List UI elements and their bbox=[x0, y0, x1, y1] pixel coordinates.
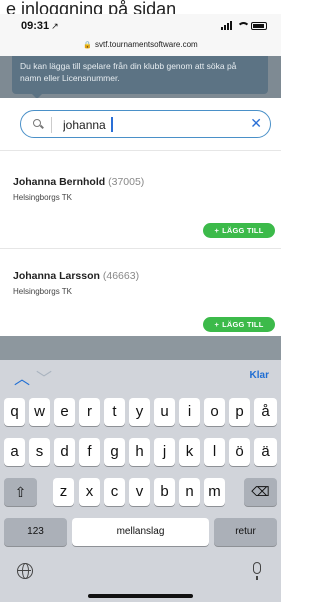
result-item: Johanna Bernhold (37005) Helsingborgs TK… bbox=[0, 176, 281, 264]
keyboard-accessory-bar: ︿ ﹀ Klar bbox=[0, 360, 281, 390]
status-time: 09:31 ↗ bbox=[21, 20, 59, 32]
backspace-icon: ⌫ bbox=[251, 484, 270, 499]
search-field[interactable]: ✕ bbox=[20, 110, 271, 138]
add-player-button[interactable]: + LÄGG TILL bbox=[203, 317, 275, 332]
address-bar[interactable]: 🔒 svtf.tournamentsoftware.com bbox=[0, 40, 281, 49]
result-license-id: (37005) bbox=[108, 176, 145, 188]
search-input[interactable] bbox=[63, 116, 233, 134]
key-z[interactable]: z bbox=[53, 478, 74, 506]
key-x[interactable]: x bbox=[79, 478, 100, 506]
plus-icon: + bbox=[214, 226, 220, 235]
done-button[interactable]: Klar bbox=[250, 370, 269, 381]
key-w[interactable]: w bbox=[29, 398, 50, 426]
key-g[interactable]: g bbox=[104, 438, 125, 466]
key-j[interactable]: j bbox=[154, 438, 175, 466]
key-k[interactable]: k bbox=[179, 438, 200, 466]
key-p[interactable]: p bbox=[229, 398, 250, 426]
wifi-icon bbox=[236, 21, 250, 30]
key-e[interactable]: e bbox=[54, 398, 75, 426]
system-icons bbox=[221, 21, 267, 30]
next-field-icon[interactable]: ﹀ bbox=[36, 365, 52, 389]
globe-icon[interactable] bbox=[17, 563, 33, 579]
key-c[interactable]: c bbox=[104, 478, 125, 506]
key-ouml[interactable]: ö bbox=[229, 438, 250, 466]
battery-icon bbox=[251, 21, 267, 30]
result-name: Johanna Bernhold (37005) bbox=[13, 176, 145, 188]
url-text: svtf.tournamentsoftware.com bbox=[95, 40, 198, 49]
plus-icon: + bbox=[214, 320, 220, 329]
location-arrow-icon: ↗ bbox=[51, 21, 59, 31]
signal-icon bbox=[221, 21, 232, 30]
shift-icon: ⇧ bbox=[14, 484, 27, 500]
result-name: Johanna Larsson (46663) bbox=[13, 270, 140, 282]
key-u[interactable]: u bbox=[154, 398, 175, 426]
key-auml[interactable]: ä bbox=[254, 438, 277, 466]
player-search-modal: ✕ Johanna Bernhold (37005) Helsingborgs … bbox=[0, 98, 281, 336]
result-license-id: (46663) bbox=[102, 270, 140, 282]
clear-icon[interactable]: ✕ bbox=[250, 115, 262, 132]
result-club: Helsingborgs TK bbox=[13, 287, 72, 296]
previous-field-icon[interactable]: ︿ bbox=[14, 365, 30, 389]
shift-key[interactable]: ⇧ bbox=[4, 478, 37, 506]
key-f[interactable]: f bbox=[79, 438, 100, 466]
delete-key[interactable]: ⌫ bbox=[244, 478, 277, 506]
key-m[interactable]: m bbox=[204, 478, 225, 506]
return-key[interactable]: retur bbox=[214, 518, 277, 546]
key-y[interactable]: y bbox=[129, 398, 150, 426]
result-item: Johanna Larsson (46663) Helsingborgs TK … bbox=[0, 270, 281, 358]
divider bbox=[0, 248, 281, 249]
divider bbox=[0, 150, 281, 151]
search-divider bbox=[51, 117, 52, 133]
home-indicator bbox=[88, 594, 193, 598]
search-icon bbox=[33, 119, 41, 127]
space-key[interactable]: mellanslag bbox=[72, 518, 209, 546]
key-n[interactable]: n bbox=[179, 478, 200, 506]
key-t[interactable]: t bbox=[104, 398, 125, 426]
key-a[interactable]: a bbox=[4, 438, 25, 466]
key-q[interactable]: q bbox=[4, 398, 25, 426]
key-b[interactable]: b bbox=[154, 478, 175, 506]
key-s[interactable]: s bbox=[29, 438, 50, 466]
key-h[interactable]: h bbox=[129, 438, 150, 466]
numbers-key[interactable]: 123 bbox=[4, 518, 67, 546]
key-r[interactable]: r bbox=[79, 398, 100, 426]
key-v[interactable]: v bbox=[129, 478, 150, 506]
key-l[interactable]: l bbox=[204, 438, 225, 466]
help-tooltip: Du kan lägga till spelare från din klubb… bbox=[12, 56, 268, 99]
key-o[interactable]: o bbox=[204, 398, 225, 426]
lock-icon: 🔒 bbox=[83, 42, 92, 49]
result-club: Helsingborgs TK bbox=[13, 193, 72, 202]
text-caret bbox=[111, 117, 113, 132]
status-bar: 09:31 ↗ 🔒 svtf.tournamentsoftware.com bbox=[0, 14, 281, 56]
key-i[interactable]: i bbox=[179, 398, 200, 426]
key-aring[interactable]: å bbox=[254, 398, 277, 426]
add-player-button[interactable]: + LÄGG TILL bbox=[203, 223, 275, 238]
key-d[interactable]: d bbox=[54, 438, 75, 466]
keyboard: ︿ ﹀ Klar q w e r t y u i o p å a s d f g… bbox=[0, 360, 281, 602]
microphone-icon[interactable] bbox=[253, 562, 261, 580]
